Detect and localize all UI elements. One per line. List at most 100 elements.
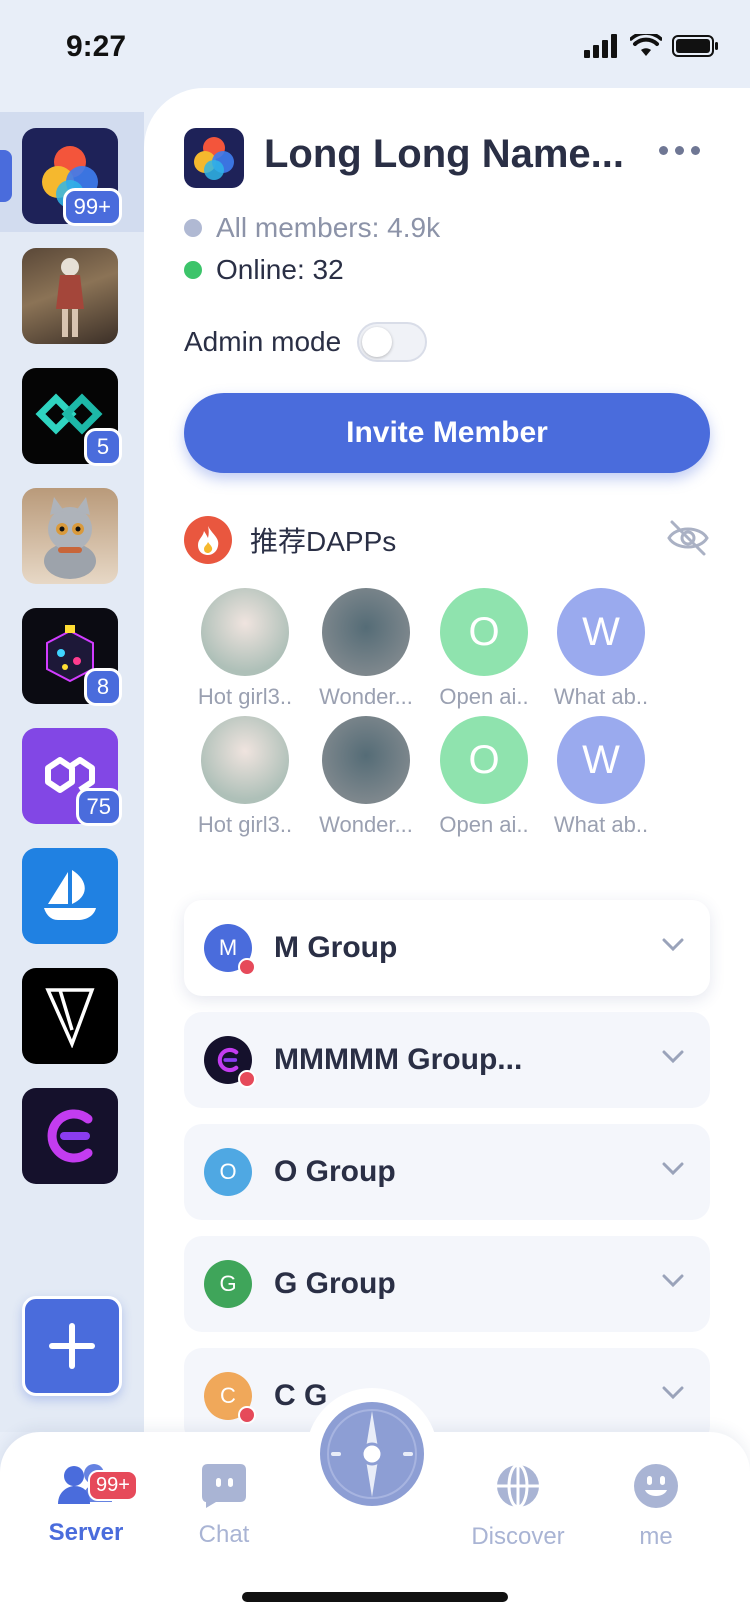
dapp-avatar: W bbox=[557, 588, 645, 676]
dapp-label: Open ai.. bbox=[439, 684, 529, 709]
dapp-avatar bbox=[322, 716, 410, 804]
server-tile-7[interactable] bbox=[22, 848, 118, 944]
nav-discover-label: Discover bbox=[471, 1523, 565, 1550]
group-avatar: O bbox=[204, 1148, 252, 1196]
group-avatar: M bbox=[204, 924, 256, 976]
chat-icon bbox=[202, 1464, 246, 1508]
nav-me-label: me bbox=[639, 1523, 673, 1550]
online-text: Online: 32 bbox=[216, 254, 344, 285]
server-logo-icon bbox=[194, 137, 234, 180]
more-options-icon[interactable] bbox=[659, 146, 700, 155]
signal-icon bbox=[584, 34, 617, 58]
group-item-m[interactable]: M M Group bbox=[184, 900, 710, 996]
fire-icon bbox=[184, 516, 232, 564]
group-avatar bbox=[204, 1036, 256, 1088]
server-tile-5[interactable]: 8 bbox=[22, 608, 122, 706]
dapp-avatar bbox=[322, 588, 410, 676]
server-tile-1[interactable]: 99+ bbox=[22, 128, 122, 226]
all-members-text: All members: 4.9k bbox=[216, 212, 441, 243]
nav-server-label: Server bbox=[48, 1519, 124, 1546]
status-icons bbox=[584, 34, 720, 58]
smiley-icon bbox=[634, 1464, 678, 1508]
dapp-label: Hot girl3.. bbox=[197, 812, 293, 837]
dapp-item[interactable]: Wonder... bbox=[311, 588, 421, 710]
invite-member-button[interactable]: Invite Member bbox=[184, 393, 710, 473]
unread-badge: 8 bbox=[84, 668, 122, 706]
cat-image bbox=[44, 497, 96, 579]
members-dot-icon bbox=[184, 219, 202, 237]
group-item-g[interactable]: G G Group bbox=[184, 1236, 710, 1332]
dapp-label: Wonder... bbox=[319, 812, 413, 837]
plus-icon bbox=[49, 1323, 95, 1369]
dapp-item[interactable]: W What ab.. bbox=[546, 716, 656, 838]
nav-chat-label: Chat bbox=[198, 1521, 250, 1548]
admin-mode-label: Admin mode bbox=[184, 326, 342, 357]
dapp-item[interactable]: O Open ai.. bbox=[429, 588, 539, 710]
admin-mode-row: Admin mode bbox=[184, 322, 428, 362]
server-logo bbox=[184, 128, 244, 188]
dapp-item[interactable]: Hot girl3.. bbox=[190, 716, 300, 838]
dapp-item[interactable]: Wonder... bbox=[311, 716, 421, 838]
dapp-item[interactable]: Hot girl3.. bbox=[190, 588, 300, 710]
group-avatar: C bbox=[204, 1372, 256, 1424]
group-item-mmmmm[interactable]: MMMMM Group... bbox=[184, 1012, 710, 1108]
status-time: 9:27 bbox=[66, 30, 127, 63]
nav-server[interactable]: 99+ Server bbox=[26, 1462, 146, 1547]
group-item-c[interactable]: C C G bbox=[184, 1348, 710, 1444]
add-server-button[interactable] bbox=[22, 1296, 122, 1396]
server-tile-8[interactable] bbox=[22, 968, 118, 1064]
chevron-down-icon bbox=[662, 1162, 684, 1176]
server-tile-2[interactable] bbox=[22, 248, 118, 344]
online-dot-icon bbox=[184, 261, 202, 279]
group-item-o[interactable]: O O Group bbox=[184, 1124, 710, 1220]
dapp-item[interactable]: W What ab.. bbox=[546, 588, 656, 710]
chevron-down-icon bbox=[662, 1274, 684, 1288]
status-bar: 9:27 bbox=[0, 0, 750, 96]
dapp-label: Wonder... bbox=[319, 684, 413, 709]
compass-icon bbox=[320, 1402, 424, 1506]
unread-badge: 99+ bbox=[62, 188, 122, 226]
dapp-avatar: O bbox=[440, 588, 528, 676]
nav-me[interactable]: me bbox=[596, 1462, 716, 1551]
dapp-avatar bbox=[201, 716, 289, 804]
group-name: G Group bbox=[274, 1267, 396, 1300]
server-tile-9[interactable] bbox=[22, 1088, 118, 1184]
nav-server-badge: 99+ bbox=[88, 1470, 138, 1501]
admin-mode-toggle[interactable] bbox=[357, 322, 428, 362]
group-avatar: G bbox=[204, 1260, 252, 1308]
chevron-down-icon bbox=[662, 1050, 684, 1064]
home-indicator bbox=[242, 1592, 508, 1602]
unread-badge: 5 bbox=[84, 428, 122, 466]
group-name: MMMMM Group... bbox=[274, 1043, 523, 1076]
unread-dot bbox=[238, 1070, 256, 1088]
dapp-avatar: W bbox=[557, 716, 645, 804]
online-stat: Online: 32 bbox=[184, 254, 344, 286]
compass-button[interactable] bbox=[306, 1388, 438, 1520]
dapp-avatar bbox=[201, 588, 289, 676]
server-name: Long Long Name... bbox=[264, 132, 624, 176]
nav-discover[interactable]: Discover bbox=[458, 1462, 578, 1551]
nav-chat[interactable]: Chat bbox=[164, 1462, 284, 1549]
dapp-label: Open ai.. bbox=[439, 812, 529, 837]
unread-badge: 75 bbox=[75, 788, 122, 826]
v-logo-icon bbox=[45, 988, 95, 1048]
dapp-label: What ab.. bbox=[553, 812, 649, 837]
group-name: O Group bbox=[274, 1155, 396, 1188]
dapps-header: 推荐DAPPs bbox=[184, 516, 396, 564]
opensea-logo-icon bbox=[44, 870, 96, 920]
dapp-item[interactable]: O Open ai.. bbox=[429, 716, 539, 838]
dapps-title: 推荐DAPPs bbox=[250, 526, 397, 557]
server-tile-3[interactable]: 5 bbox=[22, 368, 122, 466]
unread-dot bbox=[238, 958, 256, 976]
c-logo-icon bbox=[217, 1047, 239, 1073]
dapp-label: Hot girl3.. bbox=[197, 684, 293, 709]
server-detail-panel: Long Long Name... All members: 4.9k Onli… bbox=[144, 88, 750, 1488]
eye-off-icon[interactable] bbox=[666, 518, 710, 558]
server-tile-4[interactable] bbox=[22, 488, 118, 584]
wifi-icon bbox=[630, 34, 662, 56]
chevron-down-icon bbox=[662, 938, 684, 952]
dapp-avatar: O bbox=[440, 716, 528, 804]
all-members-stat: All members: 4.9k bbox=[184, 212, 440, 244]
selected-server-indicator bbox=[0, 150, 12, 202]
server-tile-6[interactable]: 75 bbox=[22, 728, 122, 826]
